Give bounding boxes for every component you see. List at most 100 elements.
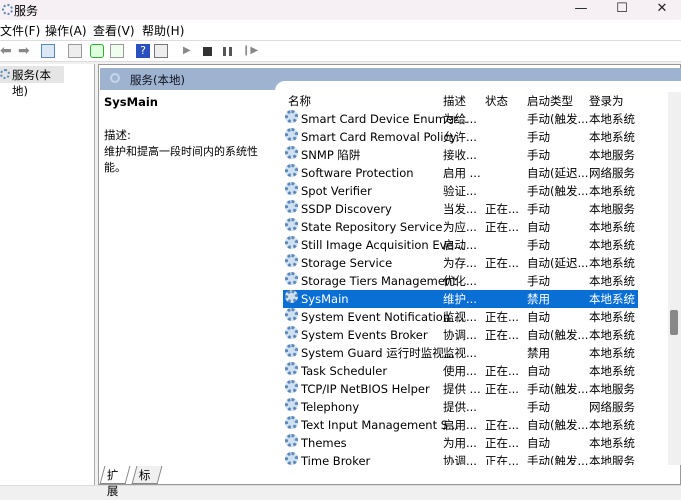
show-tree-icon[interactable] <box>41 44 55 58</box>
cell: 正在... <box>485 328 519 342</box>
cell: 本地系统 <box>589 436 635 450</box>
table-row[interactable]: Task Scheduler 使用... 正在... 自动 本地系统 <box>283 362 638 380</box>
description-label: 描述: <box>104 128 131 142</box>
cell: 启用... <box>443 418 477 432</box>
cell: 提供 ... <box>443 382 481 396</box>
menu-help[interactable]: 帮助(H) <box>142 22 184 39</box>
table-row[interactable]: Telephony 提供... 手动 网络服务 <box>283 398 638 416</box>
menu-action[interactable]: 操作(A) <box>45 22 87 39</box>
cell: 正在... <box>485 436 519 450</box>
gear-icon <box>285 164 298 177</box>
table-row[interactable]: Smart Card Device Enumer... 为给... 手动(触发...… <box>283 110 638 128</box>
cell: 优化... <box>443 274 477 288</box>
table-row[interactable]: System Event Notification ... 监视... 正在... 自… <box>283 308 638 326</box>
cell: 本地系统 <box>589 328 635 342</box>
cell: 正在... <box>485 310 519 324</box>
tree-item-services-local[interactable]: 服务(本地) <box>0 66 64 98</box>
column-startup-type[interactable]: 启动类型 <box>527 92 573 110</box>
back-icon[interactable]: ⬅ <box>0 44 14 58</box>
cell: 为用... <box>443 436 477 450</box>
cell: 自动 <box>527 310 550 324</box>
table-row[interactable]: Software Protection 启用 ... 自动(延迟... 网络服务 <box>283 164 638 182</box>
cell: Task Scheduler <box>301 364 388 378</box>
table-row[interactable]: State Repository Service 为应... 正在... 自动 本地系统 <box>283 218 638 236</box>
cell: 禁用 <box>527 292 550 306</box>
cell: 网络服务 <box>589 166 635 180</box>
selected-service-name: SysMain <box>104 95 158 109</box>
minimize-button[interactable]: — <box>564 0 598 20</box>
menu-file[interactable]: 文件(F) <box>0 22 40 39</box>
window-title: 服务 <box>14 4 39 18</box>
pause-icon[interactable] <box>223 47 232 56</box>
table-row[interactable]: SysMain 维护... 禁用 本地系统 <box>283 290 638 308</box>
gear-icon <box>285 182 298 195</box>
table-row[interactable]: Still Image Acquisition Eve... 启动... 手动 本地系… <box>283 236 638 254</box>
stop-icon[interactable] <box>203 47 212 56</box>
cell: 手动 <box>527 202 550 216</box>
start-icon[interactable]: ▶ <box>183 44 197 58</box>
table-row[interactable]: Spot Verifier 验证... 手动(触发... 本地系统 <box>283 182 638 200</box>
cell: Smart Card Removal Policy <box>301 130 457 144</box>
cell: 自动 <box>527 220 550 234</box>
table-row[interactable]: Themes 为用... 正在... 自动 本地系统 <box>283 434 638 452</box>
resume-icon[interactable]: ❙▶ <box>242 44 258 58</box>
cell: SNMP 陷阱 <box>301 148 361 162</box>
table-row[interactable]: Text Input Management S... 启用... 正在... 自动(触… <box>283 416 638 434</box>
cell: Spot Verifier <box>301 184 372 198</box>
tree-pane: 服务(本地) <box>0 64 95 485</box>
menu-bar: 文件(F) 操作(A) 查看(V) 帮助(H) <box>0 20 681 40</box>
cell: 手动 <box>527 148 550 162</box>
table-row[interactable]: Smart Card Removal Policy 允许... 手动 本地系统 <box>283 128 638 146</box>
toolbar: ⬅ ➡ ? ▶ ❙▶ <box>0 40 681 62</box>
properties-icon[interactable] <box>68 44 82 58</box>
search-icon <box>110 73 120 83</box>
cell: 当发... <box>443 202 477 216</box>
table-row[interactable]: Storage Service 为存... 正在... 自动(延迟... 本地系统 <box>283 254 638 272</box>
refresh-icon[interactable] <box>90 44 104 58</box>
gear-icon <box>285 110 298 123</box>
table-row[interactable]: Storage Tiers Management 优化... 手动 本地系统 <box>283 272 638 290</box>
table-row[interactable]: SSDP Discovery 当发... 正在... 手动 本地服务 <box>283 200 638 218</box>
tab-standard[interactable]: 标准 <box>131 466 162 498</box>
column-description[interactable]: 描述 <box>443 92 466 110</box>
gear-icon <box>285 254 298 267</box>
export-icon[interactable] <box>110 44 124 58</box>
column-log-on-as[interactable]: 登录为 <box>589 92 624 110</box>
cell: State Repository Service <box>301 220 443 234</box>
table-row[interactable]: TCP/IP NetBIOS Helper 提供 ... 正在... 手动(触发...… <box>283 380 638 398</box>
title-bar: 服务 — ☐ ✕ <box>0 0 681 20</box>
cell: 协调... <box>443 454 477 465</box>
forward-icon[interactable]: ➡ <box>18 44 32 58</box>
cell: 为给... <box>443 112 477 126</box>
column-status[interactable]: 状态 <box>485 92 508 110</box>
cell: 自动 <box>527 364 550 378</box>
cell: 网络服务 <box>589 400 635 414</box>
cell: 手动 <box>527 130 550 144</box>
cell: 监视... <box>443 310 477 324</box>
console-icon[interactable] <box>154 44 168 58</box>
tab-extended[interactable]: 扩展 <box>99 466 130 498</box>
cell: 为应... <box>443 220 477 234</box>
help-icon[interactable]: ? <box>136 44 150 58</box>
status-bar <box>0 485 681 500</box>
close-button[interactable]: ✕ <box>645 0 679 20</box>
table-row[interactable]: System Events Broker 协调... 正在... 自动(触发... 本地… <box>283 326 638 344</box>
table-row[interactable]: Time Broker 协调... 正在... 手动(触发... 本地服务 <box>283 452 638 465</box>
cell: 本地系统 <box>589 256 635 270</box>
column-name[interactable]: 名称 <box>288 92 311 110</box>
cell: 自动 <box>527 436 550 450</box>
menu-view[interactable]: 查看(V) <box>93 22 135 39</box>
cell: System Guard 运行时监视... <box>301 346 455 360</box>
maximize-button[interactable]: ☐ <box>605 0 639 20</box>
cell: 本地系统 <box>589 418 635 432</box>
gear-icon <box>285 200 298 213</box>
vertical-scrollbar[interactable] <box>668 92 681 465</box>
description-pane: SysMain 描述: 维护和提高一段时间内的系统性能。 <box>104 95 279 175</box>
gear-icon <box>285 272 298 285</box>
gear-icon <box>285 362 298 375</box>
cell: 本地系统 <box>589 130 635 144</box>
cell: 本地系统 <box>589 238 635 252</box>
scrollbar-thumb[interactable] <box>670 310 678 335</box>
table-row[interactable]: System Guard 运行时监视... 监视... 禁用 本地系统 <box>283 344 638 362</box>
table-row[interactable]: SNMP 陷阱 接收... 手动 本地服务 <box>283 146 638 164</box>
